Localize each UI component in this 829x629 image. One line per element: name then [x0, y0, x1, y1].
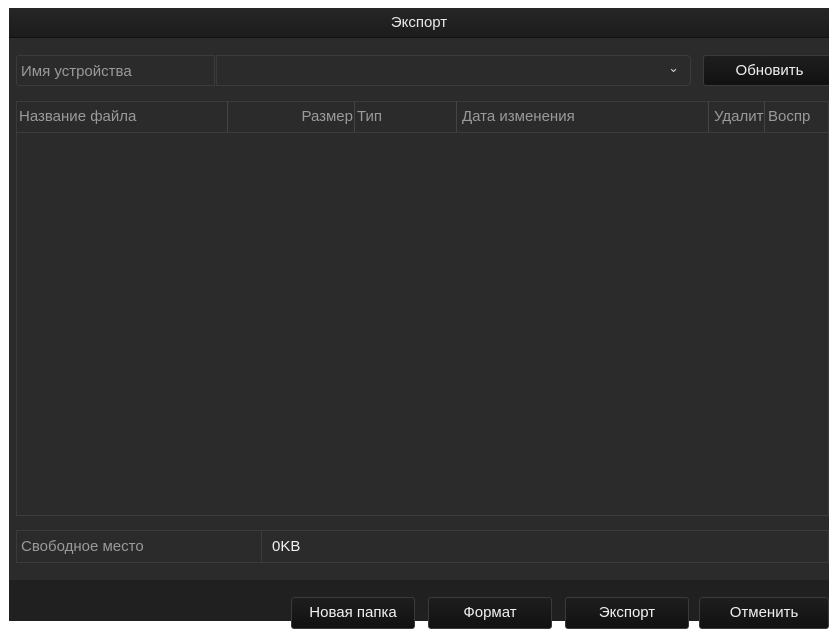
dialog-footer: Новая папка Формат Экспорт Отменить: [9, 580, 829, 629]
export-button[interactable]: Экспорт: [565, 597, 689, 629]
device-row: Имя устройства ⌄ Обновить: [16, 55, 829, 88]
column-header-file-name[interactable]: Название файла: [17, 102, 228, 132]
column-header-play[interactable]: Воспр: [765, 102, 828, 132]
column-header-modified-date[interactable]: Дата изменения: [457, 102, 709, 132]
column-header-delete[interactable]: Удалит: [709, 102, 765, 132]
free-space-value: 0KB: [272, 538, 301, 555]
cancel-button[interactable]: Отменить: [699, 597, 829, 629]
new-folder-button[interactable]: Новая папка: [291, 597, 415, 629]
free-space-row: Свободное место 0KB: [16, 530, 829, 563]
column-header-size[interactable]: Размер: [228, 102, 355, 132]
free-space-label: Свободное место: [17, 531, 262, 562]
file-table-header: Название файла Размер Тип Дата изменения…: [17, 102, 828, 133]
chevron-down-icon: ⌄: [668, 60, 679, 75]
refresh-button[interactable]: Обновить: [703, 55, 829, 86]
device-select[interactable]: ⌄: [216, 55, 691, 86]
dialog-title: Экспорт: [9, 8, 829, 38]
file-table[interactable]: Название файла Размер Тип Дата изменения…: [16, 101, 829, 516]
column-header-type[interactable]: Тип: [355, 102, 457, 132]
export-dialog: Экспорт Имя устройства ⌄ Обновить Назван…: [9, 8, 829, 629]
device-name-label: Имя устройства: [16, 55, 215, 86]
format-button[interactable]: Формат: [428, 597, 552, 629]
